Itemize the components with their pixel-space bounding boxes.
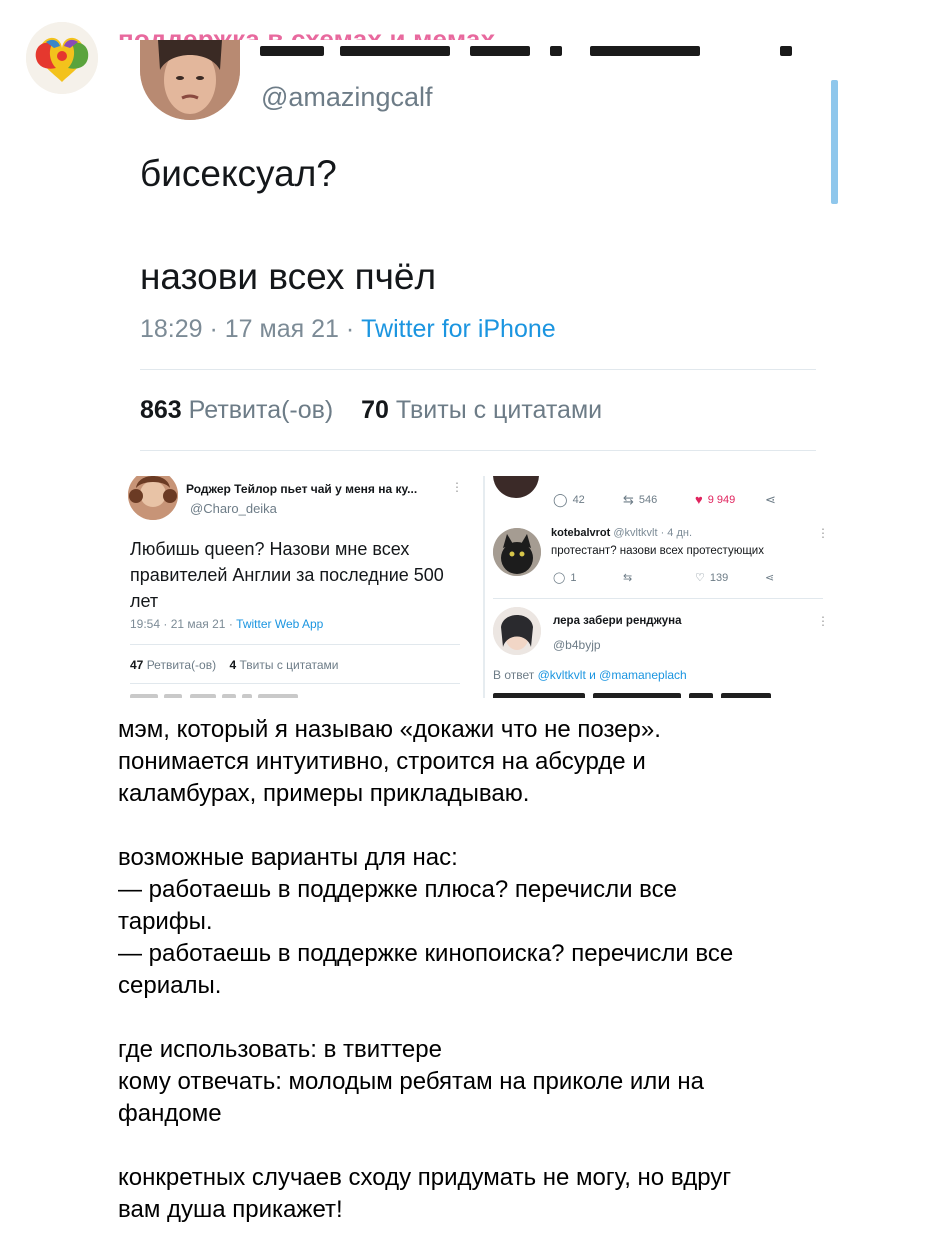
- heart-outline-icon: ♡: [695, 572, 705, 584]
- divider: [130, 644, 460, 645]
- post-line: кому отвечать: молодым ребятам на прикол…: [118, 1068, 704, 1095]
- tweet-author-avatar: [128, 476, 178, 520]
- share-icon: ⋖: [765, 572, 775, 584]
- retweets-stat[interactable]: 863 Ретвита(-ов): [140, 396, 333, 424]
- reply-author-avatar: [493, 528, 541, 576]
- post-line: где использовать: в твиттере: [118, 1036, 442, 1063]
- cropped-display-name: [260, 40, 820, 56]
- post-line: — работаешь в поддержке плюса? перечисли…: [118, 876, 677, 903]
- share-action[interactable]: ⋖: [765, 492, 776, 508]
- post-line: мэм, который я называю «докажи что не по…: [118, 716, 661, 743]
- reply-action[interactable]: ◯ 42: [553, 492, 585, 508]
- tweet-stats: 863 Ретвита(-ов) 70 Твиты с цитатами: [140, 396, 602, 425]
- post-line: сериалы.: [118, 972, 222, 999]
- post-line: конкретных случаев сходу придумать не мо…: [118, 1164, 732, 1191]
- more-vertical-icon[interactable]: ⋮: [817, 526, 828, 540]
- reply-display-name: kotebalvrot: [551, 527, 611, 539]
- reply-author-avatar: [493, 607, 541, 655]
- retweets-label: Ретвита(-ов): [146, 658, 217, 672]
- tweet-meta: 18:29 · 17 мая 21 · Twitter for iPhone: [140, 315, 556, 344]
- scrollbar[interactable]: [831, 80, 838, 204]
- tweet-display-name[interactable]: Роджер Тейлор пьет чай у меня на ку...: [186, 482, 417, 496]
- post-line: каламбурах, примеры прикладываю.: [118, 780, 530, 807]
- like-count: 9 949: [707, 493, 736, 506]
- reply-handle-time: @kvltkvlt · 4 дн.: [613, 527, 693, 539]
- more-vertical-icon[interactable]: ⋮: [451, 480, 463, 494]
- reply-context: В ответ @kvltkvlt и @mamaneplach: [493, 668, 687, 682]
- retweet-icon: ⇆: [623, 572, 633, 584]
- share-action[interactable]: ⋖: [765, 571, 774, 584]
- retweet-icon: ⇆: [623, 492, 634, 507]
- reply-icon: ◯: [553, 492, 568, 507]
- divider: [130, 683, 460, 684]
- quotes-count: 70: [361, 396, 389, 424]
- tweet-meta: 19:54 · 21 мая 21 · Twitter Web App: [130, 617, 323, 631]
- tweet-source-link[interactable]: Twitter for iPhone: [361, 315, 556, 343]
- divider: [140, 450, 816, 451]
- tweet-timestamp: 19:54 · 21 мая 21 ·: [130, 617, 237, 631]
- tweet-source-link[interactable]: Twitter Web App: [236, 617, 323, 631]
- retweet-action[interactable]: ⇆ 546: [623, 492, 657, 508]
- tweet-handle[interactable]: @amazingcalf: [261, 82, 432, 113]
- post-line: возможные варианты для нас:: [118, 844, 458, 871]
- reply-author[interactable]: kotebalvrot @kvltkvlt · 4 дн.: [551, 527, 692, 539]
- reply-count: 1: [570, 571, 577, 584]
- example-tweet-queen: Роджер Тейлор пьет чай у меня на ку... ⋮…: [118, 476, 473, 698]
- divider: [493, 598, 823, 599]
- more-vertical-icon[interactable]: ⋮: [817, 614, 828, 628]
- post-line: вам душа прикажет!: [118, 1196, 343, 1223]
- retweets-count: 863: [140, 396, 182, 424]
- thread-line: [483, 476, 485, 698]
- tweet-text-line1: бисексуал?: [140, 153, 337, 194]
- tweet-text: Любишь queen? Назови мне всех правителей…: [130, 539, 444, 611]
- reply-prefix: В ответ: [493, 668, 538, 682]
- like-action[interactable]: ♡ 139: [695, 571, 729, 585]
- share-icon: ⋖: [765, 492, 776, 507]
- quotes-stat[interactable]: 4 Твиты с цитатами: [229, 658, 338, 672]
- post-line: фандоме: [118, 1100, 222, 1127]
- tweet-handle[interactable]: @Charo_deika: [190, 501, 277, 516]
- like-action[interactable]: ♥ 9 949: [695, 492, 735, 507]
- post-text: мэм, который я называю «докажи что не по…: [118, 714, 918, 1226]
- reply-action[interactable]: ◯ 1: [553, 571, 577, 585]
- tweet-timestamp: 18:29 · 17 мая 21 ·: [140, 315, 362, 343]
- channel-avatar[interactable]: [26, 22, 98, 94]
- retweets-count: 47: [130, 658, 144, 672]
- tweet-text-line2: назови всех пчёл: [140, 256, 437, 297]
- example-thread-protestant: ◯ 42 ⇆ 546 ♥ 9 949 ⋖ kotebalvrot @kvltkvlt …: [483, 476, 828, 698]
- retweets-label: Ретвита(-ов): [188, 396, 334, 424]
- reply-text: протестант? назови всех протестующих: [551, 545, 764, 557]
- reply-handle[interactable]: @b4byjp: [553, 638, 601, 652]
- reply-to-links[interactable]: @kvltkvlt и @mamaneplach: [538, 668, 687, 682]
- retweet-action[interactable]: ⇆: [623, 571, 632, 584]
- tweet-author-avatar: [493, 476, 539, 498]
- main-tweet-screenshot: @amazingcalf бисексуал? назови всех пчёл…: [118, 40, 840, 460]
- like-count: 139: [709, 571, 729, 584]
- retweet-count: 546: [638, 494, 658, 506]
- post-line: — работаешь в поддержке кинопоиска? пере…: [118, 940, 734, 967]
- cropped-row: [130, 694, 310, 698]
- reply-count: 42: [572, 494, 585, 506]
- reply-icon: ◯: [553, 572, 566, 584]
- post-line: понимается интуитивно, строится на абсур…: [118, 748, 646, 775]
- quotes-label: Твиты с цитатами: [395, 396, 603, 424]
- divider: [140, 369, 816, 370]
- reply-display-name[interactable]: лера забери ренджуна: [553, 615, 681, 627]
- tweet-author-avatar: [140, 40, 240, 120]
- retweets-stat[interactable]: 47 Ретвита(-ов): [130, 658, 216, 672]
- heart-icon: ♥: [695, 492, 703, 507]
- cropped-reply-text: [493, 691, 783, 698]
- post-line: тарифы.: [118, 908, 213, 935]
- quotes-label: Твиты с цитатами: [239, 658, 339, 672]
- quotes-count: 4: [229, 658, 237, 672]
- tweet-stats: 47 Ретвита(-ов) 4 Твиты с цитатами: [130, 658, 339, 672]
- quotes-stat[interactable]: 70 Твиты с цитатами: [361, 396, 602, 424]
- channel-logo-icon: [26, 22, 98, 94]
